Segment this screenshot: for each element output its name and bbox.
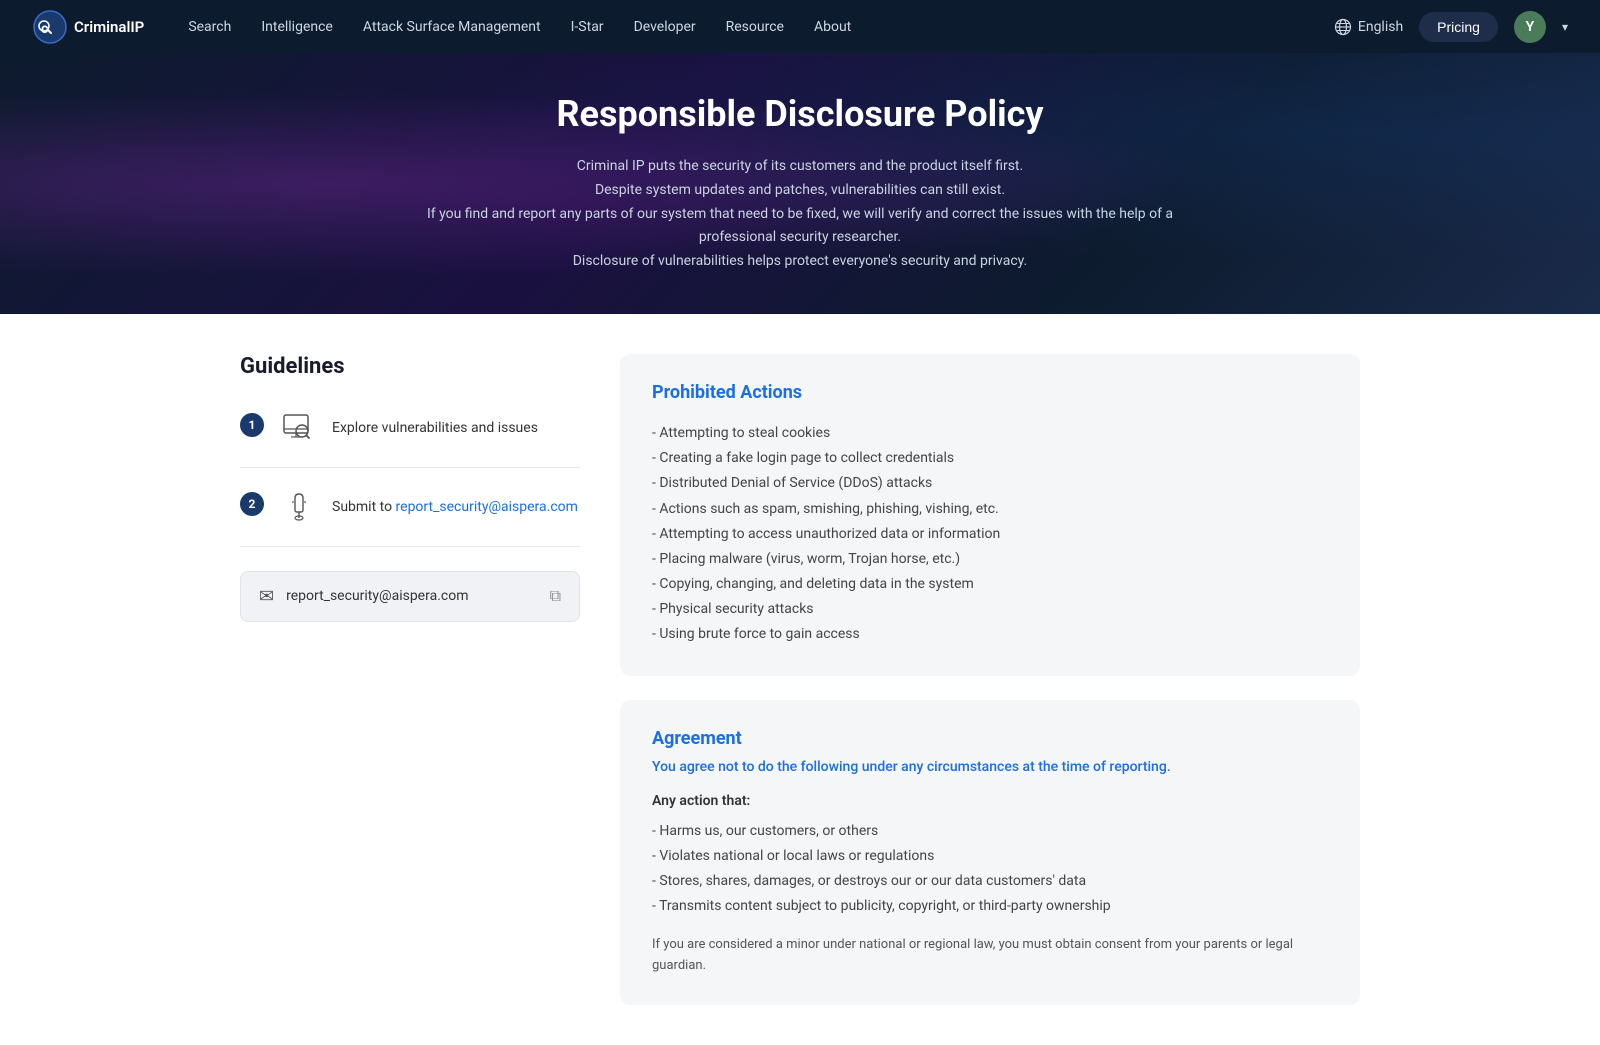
explore-icon (280, 409, 318, 447)
list-item: - Violates national or local laws or reg… (652, 844, 1328, 869)
guidelines-title: Guidelines (240, 354, 580, 379)
hero-section: Responsible Disclosure Policy Criminal I… (0, 53, 1600, 314)
nav-right: English Pricing Y ▾ (1334, 11, 1568, 43)
guideline-step-2: 2 Submit to report_security@aispera.com (240, 488, 580, 547)
step-2-text: Submit to report_security@aispera.com (332, 499, 578, 515)
list-item: - Transmits content subject to publicity… (652, 894, 1328, 919)
nav-developer[interactable]: Developer (622, 0, 708, 53)
list-item: - Actions such as spam, smishing, phishi… (652, 497, 1328, 522)
copy-icon[interactable]: ⧉ (550, 586, 561, 606)
hero-desc-line2: Despite system updates and patches, vuln… (390, 179, 1210, 203)
navbar: c CriminalIP Search Intelligence Attack … (0, 0, 1600, 53)
logo[interactable]: c CriminalIP (32, 9, 144, 45)
list-item: - Attempting to access unauthorized data… (652, 522, 1328, 547)
list-item: - Creating a fake login page to collect … (652, 446, 1328, 471)
user-avatar[interactable]: Y (1514, 11, 1546, 43)
agreement-subtitle: You agree not to do the following under … (652, 759, 1328, 775)
guidelines-panel: Guidelines 1 Explore vulnerabilities and… (240, 354, 580, 622)
nav-resource[interactable]: Resource (714, 0, 796, 53)
list-item: - Placing malware (virus, worm, Trojan h… (652, 547, 1328, 572)
hero-desc-line1: Criminal IP puts the security of its cus… (390, 155, 1210, 179)
nav-links: Search Intelligence Attack Surface Manag… (176, 0, 1334, 53)
step-2-number: 2 (240, 492, 264, 516)
agreement-card: Agreement You agree not to do the follow… (620, 700, 1360, 1005)
logo-text: CriminalIP (74, 18, 144, 36)
nav-asm[interactable]: Attack Surface Management (351, 0, 553, 53)
submit-icon (280, 488, 318, 526)
nav-search[interactable]: Search (176, 0, 243, 53)
prohibited-list: - Attempting to steal cookies - Creating… (652, 421, 1328, 648)
page-title: Responsible Disclosure Policy (390, 93, 1210, 135)
list-item: - Using brute force to gain access (652, 622, 1328, 647)
step-2-email-link[interactable]: report_security@aispera.com (396, 499, 578, 515)
agreement-footer: If you are considered a minor under nati… (652, 935, 1328, 977)
agreement-list: - Harms us, our customers, or others - V… (652, 819, 1328, 920)
prohibited-actions-card: Prohibited Actions - Attempting to steal… (620, 354, 1360, 676)
step-1-text: Explore vulnerabilities and issues (332, 420, 538, 436)
list-item: - Copying, changing, and deleting data i… (652, 572, 1328, 597)
hero-description: Criminal IP puts the security of its cus… (390, 155, 1210, 274)
language-label: English (1358, 19, 1403, 35)
nav-istar[interactable]: I-Star (559, 0, 616, 53)
language-selector[interactable]: English (1334, 18, 1403, 36)
guideline-step-1: 1 Explore vulnerabilities and issues (240, 409, 580, 468)
email-icon: ✉ (259, 586, 274, 607)
list-item: - Harms us, our customers, or others (652, 819, 1328, 844)
hero-desc-line4: Disclosure of vulnerabilities helps prot… (390, 250, 1210, 274)
list-item: - Physical security attacks (652, 597, 1328, 622)
prohibited-title: Prohibited Actions (652, 382, 1328, 403)
email-address: report_security@aispera.com (286, 588, 537, 604)
pricing-button[interactable]: Pricing (1419, 12, 1498, 42)
nav-intelligence[interactable]: Intelligence (249, 0, 345, 53)
agreement-title: Agreement (652, 728, 1328, 749)
right-panel: Prohibited Actions - Attempting to steal… (620, 354, 1360, 1005)
list-item: - Stores, shares, damages, or destroys o… (652, 869, 1328, 894)
step-1-number: 1 (240, 413, 264, 437)
list-item: - Attempting to steal cookies (652, 421, 1328, 446)
email-box: ✉ report_security@aispera.com ⧉ (240, 571, 580, 622)
any-action-label: Any action that: (652, 793, 1328, 809)
avatar-chevron-icon[interactable]: ▾ (1562, 20, 1568, 34)
hero-desc-line3: If you find and report any parts of our … (390, 203, 1210, 251)
list-item: - Distributed Denial of Service (DDoS) a… (652, 471, 1328, 496)
nav-about[interactable]: About (802, 0, 863, 53)
main-content: Guidelines 1 Explore vulnerabilities and… (200, 314, 1400, 1045)
